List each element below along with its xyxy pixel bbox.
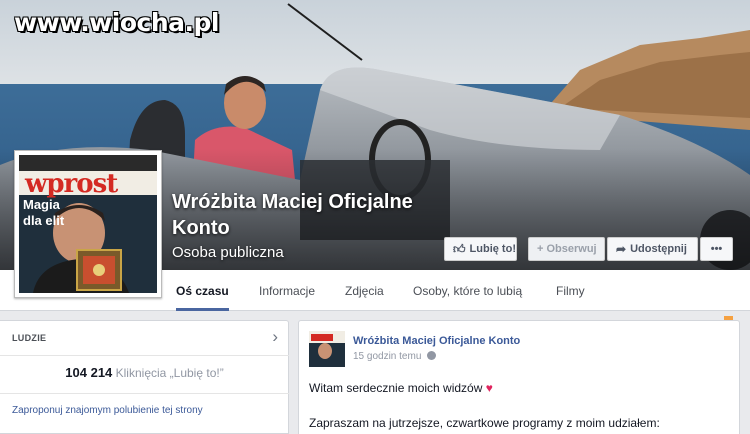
magazine-headline-1: Magia	[23, 197, 60, 212]
follow-button[interactable]: + Obserwuj	[528, 237, 605, 261]
divider	[0, 355, 289, 356]
magazine-logo: wprost	[25, 169, 118, 199]
post-text-line-2: Zapraszam na jutrzejsze, czwartkowe prog…	[309, 416, 660, 430]
chevron-right-icon[interactable]: ›	[272, 327, 278, 347]
profile-avatar[interactable]: wprost Magia dla elit	[14, 150, 162, 298]
magazine-headline-2: dla elit	[23, 213, 65, 228]
people-box-title: LUDZIE	[12, 333, 47, 343]
post-text-1: Witam serdecznie moich widzów	[309, 381, 483, 395]
tab-videos[interactable]: Filmy	[556, 270, 585, 311]
post-time-text: 15 godzin temu	[353, 351, 422, 362]
post-text-line-1: Witam serdecznie moich widzów ♥	[309, 381, 493, 395]
likes-summary[interactable]: 104 214 Kliknięcia „Lubię to!”	[0, 365, 289, 380]
post-author-name[interactable]: Wróżbita Maciej Oficjalne Konto	[353, 335, 520, 347]
profile-name[interactable]: Wróżbita Maciej Oficjalne Konto	[172, 189, 452, 241]
thumbs-up-icon: 👍︎	[453, 242, 466, 256]
share-arrow-icon: ➦	[616, 242, 627, 256]
watermark-text: www.wiocha.pl	[14, 8, 219, 37]
share-button-label: Udostępnij	[630, 243, 687, 255]
heart-icon: ♥	[485, 381, 493, 395]
share-button[interactable]: ➦ Udostępnij	[607, 237, 698, 261]
divider	[0, 393, 289, 394]
post-avatar-image	[309, 331, 345, 367]
tab-about[interactable]: Informacje	[259, 270, 315, 311]
post-author-avatar[interactable]	[309, 331, 345, 367]
timeline-post: Wróżbita Maciej Oficjalne Konto 15 godzi…	[298, 320, 740, 434]
globe-icon	[427, 351, 437, 360]
people-box: LUDZIE › 104 214 Kliknięcia „Lubię to!” …	[0, 320, 289, 434]
profile-category: Osoba publiczna	[172, 244, 284, 261]
like-button[interactable]: 👍︎ Lubię to!	[444, 237, 517, 261]
tab-timeline[interactable]: Oś czasu	[176, 270, 229, 311]
likes-count: 104 214	[65, 365, 113, 380]
post-timestamp[interactable]: 15 godzin temu	[353, 351, 437, 362]
tab-photos[interactable]: Zdjęcia	[345, 270, 384, 311]
more-options-button[interactable]: •••	[700, 237, 733, 261]
tab-likes[interactable]: Osoby, które to lubią	[413, 270, 522, 311]
like-button-label: Lubię to!	[469, 243, 516, 255]
likes-label: Kliknięcia „Lubię to!”	[115, 366, 224, 380]
suggest-page-link[interactable]: Zaproponuj znajomym polubienie tej stron…	[12, 405, 203, 416]
